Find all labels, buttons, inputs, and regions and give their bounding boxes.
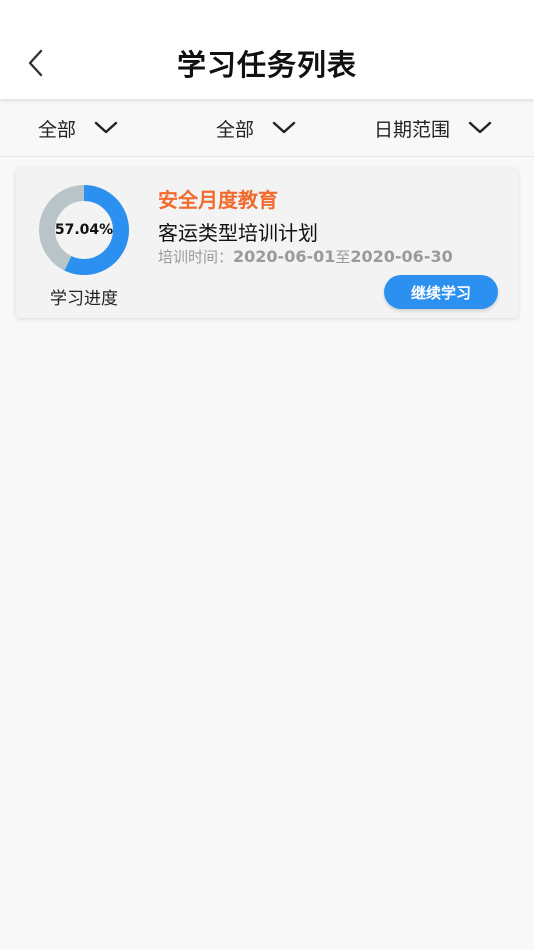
filter-dropdown-1[interactable]: 全部	[38, 99, 118, 157]
filter-dropdown-date-range[interactable]: 日期范围	[374, 99, 492, 157]
filter-dropdown-2[interactable]: 全部	[216, 99, 296, 157]
date-end: 2020-06-30	[350, 247, 453, 266]
filter-bar: 全部 全部 日期范围	[0, 99, 534, 157]
filter-label: 日期范围	[374, 118, 451, 141]
chevron-down-icon	[272, 121, 296, 134]
date-start: 2020-06-01	[233, 247, 336, 266]
continue-learning-button[interactable]: 继续学习	[384, 275, 498, 309]
chevron-down-icon	[94, 121, 118, 134]
date-label: 培训时间：	[158, 248, 234, 266]
header-bar: 学习任务列表	[0, 0, 534, 99]
task-card[interactable]: 57.04% 学习进度 安全月度教育 客运类型培训计划 培训时间：2020-06…	[16, 168, 518, 318]
task-plan-name: 客运类型培训计划	[158, 221, 318, 245]
task-category: 安全月度教育	[158, 188, 278, 212]
filter-label: 全部	[216, 118, 255, 141]
chevron-down-icon	[468, 121, 492, 134]
page-title: 学习任务列表	[176, 48, 357, 82]
task-date-range: 培训时间：2020-06-01至2020-06-30	[158, 246, 453, 267]
progress-percent: 57.04%	[54, 222, 114, 238]
date-separator: 至	[335, 248, 351, 266]
progress-caption: 学习进度	[50, 289, 118, 309]
filter-label: 全部	[38, 118, 77, 141]
